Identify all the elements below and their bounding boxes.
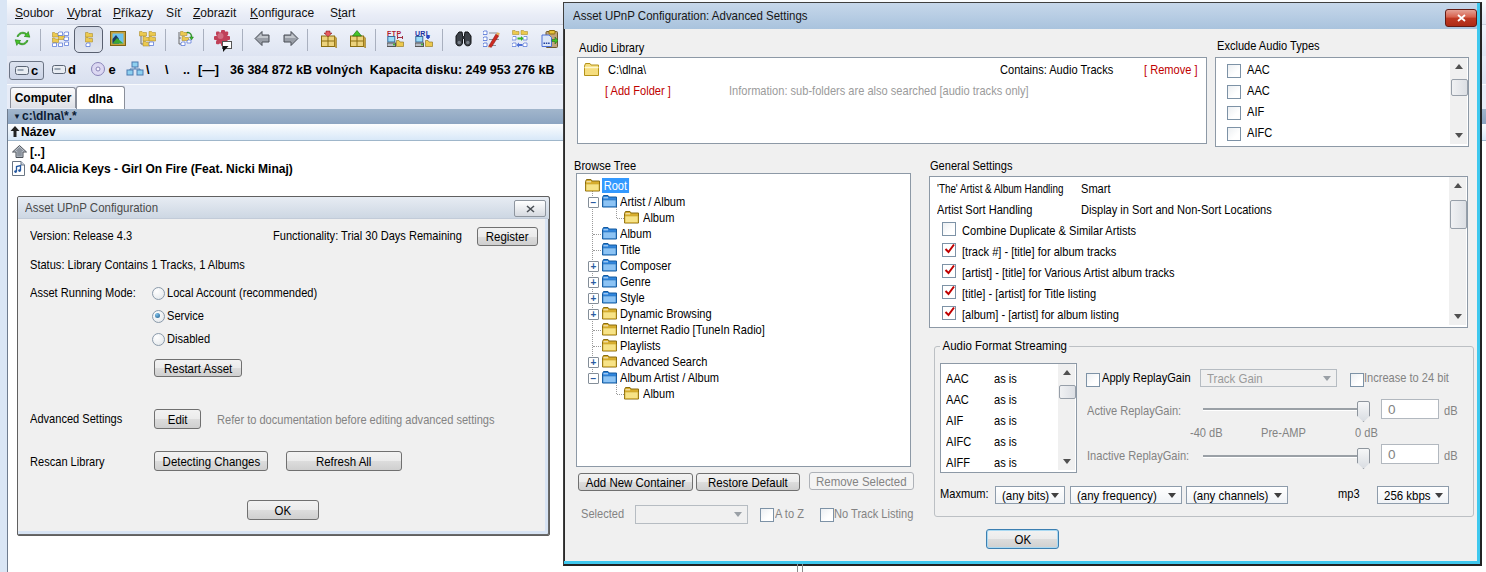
svg-text:FTP: FTP [387, 30, 402, 37]
